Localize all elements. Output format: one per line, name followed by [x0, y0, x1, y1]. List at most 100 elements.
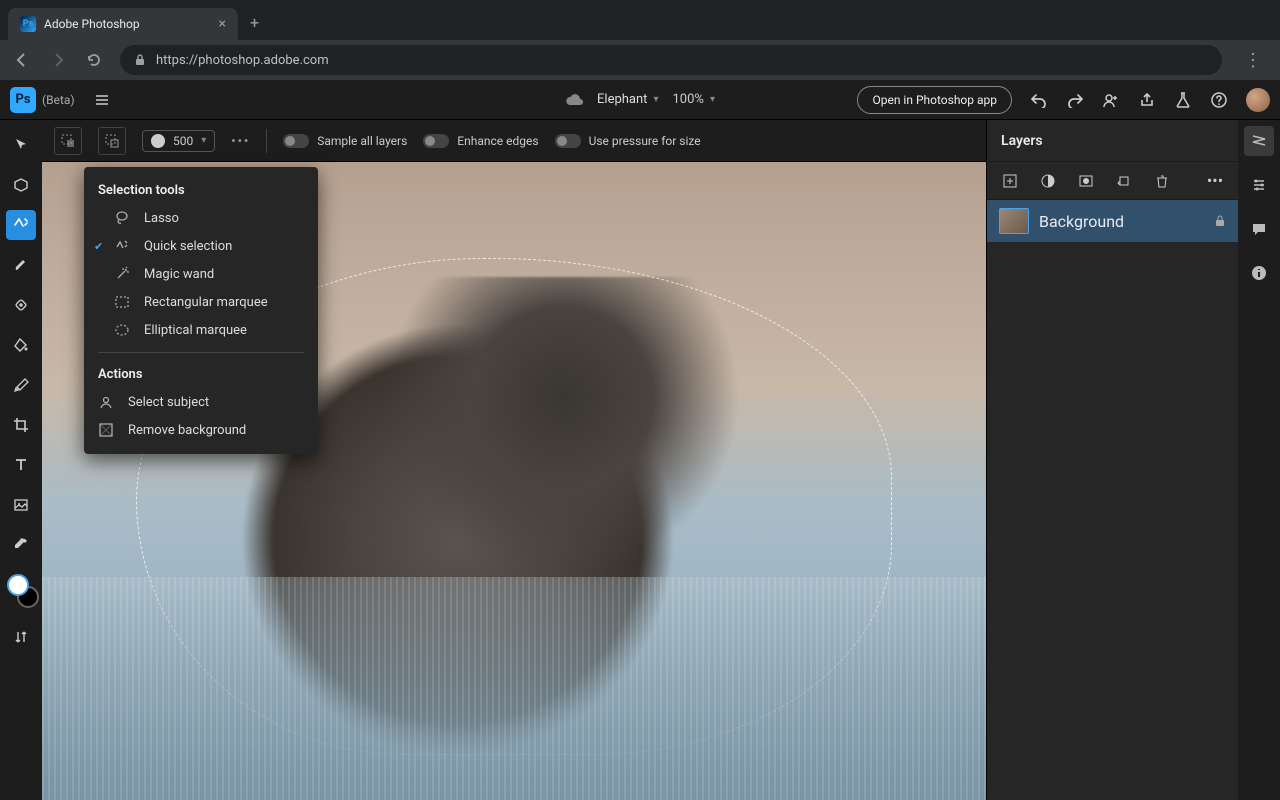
toggle-icon	[423, 134, 449, 148]
check-icon: ✔	[94, 240, 103, 253]
url-text: https://photoshop.adobe.com	[156, 53, 329, 68]
layers-toolbar: •••	[987, 162, 1238, 200]
flyout-heading: Selection tools	[84, 177, 318, 204]
invite-button[interactable]	[1102, 91, 1120, 109]
undo-button[interactable]	[1030, 91, 1048, 109]
right-rail	[1238, 120, 1280, 800]
share-button[interactable]	[1138, 91, 1156, 109]
close-icon[interactable]: ×	[219, 16, 226, 32]
pressure-toggle[interactable]: Use pressure for size	[555, 134, 701, 148]
layer-name: Background	[1039, 212, 1124, 231]
quick-selection-item[interactable]: ✔ Quick selection	[84, 232, 318, 260]
brush-tool[interactable]	[6, 250, 36, 280]
separator	[98, 352, 304, 353]
browser-tab[interactable]: Ps Adobe Photoshop ×	[8, 8, 238, 40]
move-tool[interactable]	[6, 130, 36, 160]
text-tool[interactable]	[6, 450, 36, 480]
selection-flyout: Selection tools Lasso ✔ Quick selection …	[84, 167, 318, 454]
avatar[interactable]	[1246, 88, 1270, 112]
help-button[interactable]	[1210, 91, 1228, 109]
url-bar: https://photoshop.adobe.com ⋮	[0, 40, 1280, 80]
toggle-icon	[283, 134, 309, 148]
mask-button[interactable]	[1077, 172, 1095, 190]
canvas-column: 500 ▾ ••• Sample all layers Enhance edge…	[42, 120, 986, 800]
healing-tool[interactable]	[6, 290, 36, 320]
add-selection-icon[interactable]	[54, 127, 82, 155]
properties-panel-button[interactable]	[1244, 126, 1274, 156]
back-button[interactable]	[12, 50, 32, 70]
hamburger-menu[interactable]	[93, 91, 111, 109]
lock-icon	[134, 54, 146, 66]
cloud-icon	[565, 93, 583, 107]
reload-button[interactable]	[84, 50, 104, 70]
fg-color	[7, 574, 29, 596]
favicon-icon: Ps	[20, 16, 36, 32]
tab-title: Adobe Photoshop	[44, 17, 140, 31]
ps-logo[interactable]: Ps	[10, 87, 36, 113]
add-layer-button[interactable]	[1001, 172, 1019, 190]
layers-panel-title: Layers	[987, 120, 1238, 162]
layer-thumb	[999, 208, 1029, 234]
swap-colors[interactable]	[6, 622, 36, 652]
more-options-button[interactable]: •••	[231, 134, 250, 148]
browser-chrome: Ps Adobe Photoshop × + https://photoshop…	[0, 0, 1280, 80]
adjustment-layer-button[interactable]	[1039, 172, 1057, 190]
address-bar[interactable]: https://photoshop.adobe.com	[120, 45, 1222, 75]
adjustments-panel-button[interactable]	[1244, 170, 1274, 200]
lasso-icon	[114, 210, 132, 226]
comments-panel-button[interactable]	[1244, 214, 1274, 244]
rect-marquee-icon	[114, 294, 132, 310]
ellipse-marquee-icon	[114, 322, 132, 338]
chevron-down-icon: ▾	[201, 135, 206, 146]
flyout-heading-actions: Actions	[84, 361, 318, 388]
beaker-icon[interactable]	[1174, 91, 1192, 109]
info-panel-button[interactable]	[1244, 258, 1274, 288]
fill-tool[interactable]	[6, 330, 36, 360]
brush-preview-icon	[151, 134, 165, 148]
place-image-tool[interactable]	[6, 490, 36, 520]
remove-bg-icon	[98, 422, 116, 438]
magic-wand-item[interactable]: Magic wand	[84, 260, 318, 288]
rect-marquee-item[interactable]: Rectangular marquee	[84, 288, 318, 316]
options-bar: 500 ▾ ••• Sample all layers Enhance edge…	[42, 120, 986, 162]
lasso-item[interactable]: Lasso	[84, 204, 318, 232]
layers-panel: Layers ••• Background	[986, 120, 1238, 800]
app-right: Open in Photoshop app	[857, 86, 1270, 114]
new-tab-button[interactable]: +	[238, 5, 271, 40]
remove-bg-item[interactable]: Remove background	[84, 416, 318, 444]
enhance-edges-toggle[interactable]: Enhance edges	[423, 134, 538, 148]
toggle-icon	[555, 134, 581, 148]
tab-bar: Ps Adobe Photoshop × +	[0, 0, 1280, 40]
toolbar-left	[0, 120, 42, 800]
layer-more-button[interactable]: •••	[1206, 172, 1224, 190]
transform-tool[interactable]	[6, 170, 36, 200]
brush-size-value: 500	[173, 134, 193, 148]
sample-all-toggle[interactable]: Sample all layers	[283, 134, 407, 148]
forward-button[interactable]	[48, 50, 68, 70]
separator	[266, 129, 267, 153]
crop-tool[interactable]	[6, 410, 36, 440]
gradient-tool[interactable]	[6, 370, 36, 400]
main-area: 500 ▾ ••• Sample all layers Enhance edge…	[0, 120, 1280, 800]
lock-icon[interactable]	[1214, 215, 1226, 227]
color-swatch[interactable]	[7, 574, 35, 602]
app-bar: Ps (Beta) Elephant ▾ 100% ▾ Open in Phot…	[0, 80, 1280, 120]
zoom-select[interactable]: 100% ▾	[672, 92, 714, 107]
redo-button[interactable]	[1066, 91, 1084, 109]
app-center: Elephant ▾ 100% ▾	[565, 92, 715, 107]
selection-tool[interactable]	[6, 210, 36, 240]
select-subject-item[interactable]: Select subject	[84, 388, 318, 416]
eyedropper-tool[interactable]	[6, 530, 36, 560]
open-in-app-button[interactable]: Open in Photoshop app	[857, 86, 1012, 114]
ellip-marquee-item[interactable]: Elliptical marquee	[84, 316, 318, 344]
layer-background[interactable]: Background	[987, 200, 1238, 242]
beta-label: (Beta)	[42, 93, 75, 107]
delete-layer-button[interactable]	[1153, 172, 1171, 190]
document-name[interactable]: Elephant ▾	[597, 92, 658, 107]
chevron-down-icon: ▾	[653, 94, 658, 105]
brush-size-select[interactable]: 500 ▾	[142, 130, 215, 152]
subtract-selection-icon[interactable]	[98, 127, 126, 155]
browser-menu-button[interactable]: ⋮	[1238, 50, 1268, 71]
magic-wand-icon	[114, 266, 132, 282]
clip-button[interactable]	[1115, 172, 1133, 190]
